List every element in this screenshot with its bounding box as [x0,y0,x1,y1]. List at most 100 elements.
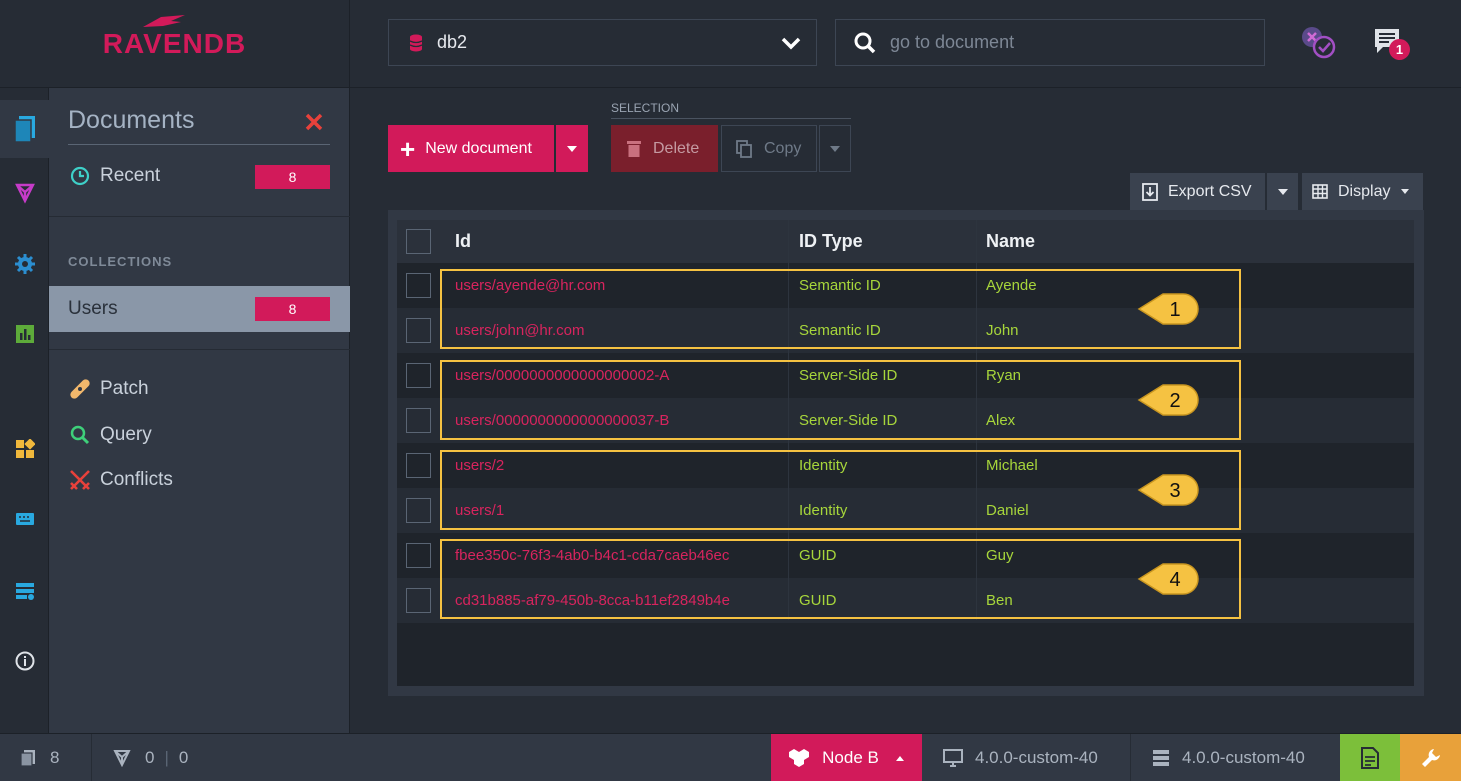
document-id-link[interactable]: users/0000000000000000002-A [445,353,669,398]
doc-count-indicator[interactable]: 8 [20,734,59,781]
svg-text:4: 4 [1169,569,1180,591]
nav-manage-server[interactable] [0,426,49,472]
nav-about[interactable] [0,638,49,684]
row-checkbox[interactable] [406,363,431,388]
license-button[interactable] [1340,734,1400,781]
row-checkbox[interactable] [406,408,431,433]
new-document-button[interactable]: + New document [388,125,554,172]
export-csv-label: Export CSV [1168,182,1252,200]
new-document-dropdown[interactable] [556,125,588,172]
export-csv-button[interactable]: Export CSV [1130,173,1265,210]
client-version-indicator[interactable]: 4.0.0-custom-40 [943,734,1098,781]
index-count-indicator[interactable]: 0 | 0 [113,734,188,781]
document-id-link[interactable]: fbee350c-76f3-4ab0-b4c1-cda7caeb46ec [445,533,729,578]
callout-marker: 1 [1137,293,1199,325]
trash-icon [627,141,641,157]
database-selector[interactable]: db2 [388,19,817,66]
name-cell: Guy [986,547,1014,564]
caret-down-icon [1401,189,1410,194]
menu-item-query[interactable]: Query [68,424,152,446]
nav-settings[interactable] [0,241,49,287]
row-checkbox[interactable] [406,318,431,343]
copy-button[interactable]: Copy [721,125,817,172]
delete-button[interactable]: Delete [611,125,718,172]
caret-down-icon [567,145,577,152]
menu-title: Documents [68,106,195,134]
nav-server-settings[interactable] [0,568,49,614]
nav-studio-config[interactable] [0,496,49,542]
search-input[interactable] [890,32,1230,53]
select-all-checkbox[interactable] [406,229,431,254]
column-header-id-type[interactable]: ID Type [789,220,863,263]
collection-item-users[interactable]: Users 8 [49,286,350,332]
table-row[interactable]: users/ayende@hr.com Semantic ID Ayende [397,263,1414,308]
table-row[interactable]: users/0000000000000000037-B Server-Side … [397,398,1414,443]
status-separator: | [164,748,169,767]
display-button[interactable]: Display [1302,173,1423,210]
id-type-cell: Server-Side ID [799,367,898,384]
row-checkbox[interactable] [406,588,431,613]
nav-documents[interactable] [0,100,49,158]
row-checkbox[interactable] [406,453,431,478]
column-header-id[interactable]: Id [445,220,471,263]
query-label: Query [100,424,152,445]
recent-count-badge: 8 [255,165,330,189]
close-icon[interactable] [304,112,324,132]
row-checkbox[interactable] [406,273,431,298]
server-version-indicator[interactable]: 4.0.0-custom-40 [1152,734,1305,781]
menu-item-conflicts[interactable]: Conflicts [68,469,173,491]
document-id-link[interactable]: users/ayende@hr.com [445,263,605,308]
table-row[interactable]: fbee350c-76f3-4ab0-b4c1-cda7caeb46ec GUI… [397,533,1414,578]
name-cell: Michael [986,457,1038,474]
nav-indexes[interactable] [0,170,49,216]
id-type-cell: GUID [799,592,837,609]
export-dropdown[interactable] [1267,173,1298,210]
table-row[interactable]: users/1 Identity Daniel [397,488,1414,533]
logo-area[interactable]: RAVENDB [0,0,350,88]
name-cell: Daniel [986,502,1029,519]
wrench-icon [1421,749,1440,767]
table-row[interactable]: users/0000000000000000002-A Server-Side … [397,353,1414,398]
menu-title-divider [68,144,330,145]
grid-body: Id ID Type Name users/ayende@hr.com Sema… [397,220,1414,686]
document-id-link[interactable]: users/john@hr.com [445,308,584,353]
table-row[interactable]: cd31b885-af79-450b-8cca-b11ef2849b4e GUI… [397,578,1414,623]
menu-item-patch[interactable]: Patch [68,378,149,400]
row-checkbox[interactable] [406,543,431,568]
status-divider [1130,734,1131,781]
clock-icon [70,166,90,186]
svg-text:3: 3 [1169,480,1180,502]
stats-icon [15,325,34,343]
support-button[interactable] [1400,734,1461,781]
id-type-cell: Semantic ID [799,322,881,339]
caret-up-icon [895,755,904,761]
copy-icon [736,139,752,158]
name-cell: Alex [986,412,1016,429]
id-type-cell: Semantic ID [799,277,881,294]
document-id-link[interactable]: users/2 [445,443,504,488]
info-icon [15,651,34,671]
copy-dropdown[interactable] [819,125,851,172]
search-box[interactable] [835,19,1265,66]
node-selector[interactable]: Node B [771,734,922,781]
menu-divider [49,216,350,217]
selection-heading: SELECTION [611,101,680,115]
menu-divider [49,349,350,350]
column-header-name[interactable]: Name [976,220,1035,263]
export-icon [1142,182,1158,201]
table-row[interactable]: users/2 Identity Michael [397,443,1414,488]
table-row[interactable]: users/john@hr.com Semantic ID John [397,308,1414,353]
document-id-link[interactable]: users/1 [445,488,504,533]
cluster-status-icon[interactable] [1300,25,1338,61]
nav-stats[interactable] [0,311,49,357]
gear-icon [14,254,35,274]
main-nav-rail [0,88,49,733]
grid-header: Id ID Type Name [397,220,1414,263]
document-id-link[interactable]: cd31b885-af79-450b-8cca-b11ef2849b4e [445,578,730,623]
doc-count: 8 [50,748,60,767]
index-error-count: 0 [178,748,189,767]
row-checkbox[interactable] [406,498,431,523]
menu-item-recent[interactable]: Recent [68,165,160,187]
document-id-link[interactable]: users/0000000000000000037-B [445,398,669,443]
svg-text:1: 1 [1169,299,1180,321]
